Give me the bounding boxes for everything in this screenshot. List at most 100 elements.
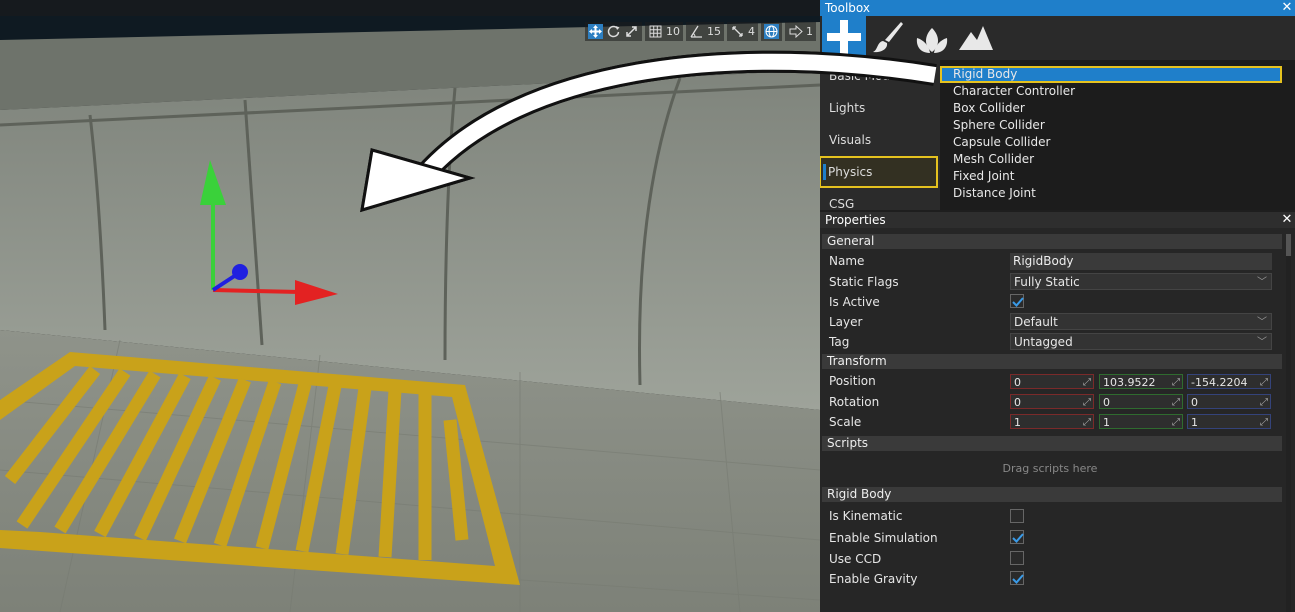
item-capsule-collider[interactable]: Capsule Collider [940, 134, 1295, 151]
section-general[interactable]: General [822, 234, 1282, 249]
position-x-field[interactable]: 0 ⤢ [1010, 374, 1094, 389]
row-enable-simulation: Enable Simulation [820, 526, 1286, 547]
name-label: Name [829, 254, 865, 268]
item-fixed-joint[interactable]: Fixed Joint [940, 168, 1295, 185]
rotation-z-field[interactable]: 0 ⤢ [1187, 394, 1271, 409]
static-flags-value: Fully Static [1014, 275, 1080, 289]
terrain-icon [957, 22, 995, 55]
tab-paint[interactable] [866, 16, 910, 60]
use-ccd-checkbox[interactable] [1010, 551, 1024, 565]
position-z-field[interactable]: -154.2204 ⤢ [1187, 374, 1271, 389]
row-is-active: Is Active [820, 292, 1286, 312]
drag-icon: ⤢ [1172, 417, 1180, 428]
row-enable-gravity: Enable Gravity [820, 567, 1286, 587]
scripts-drop-area[interactable]: Drag scripts here [820, 451, 1280, 487]
row-name: Name RigidBody [820, 249, 1286, 272]
category-csg[interactable]: CSG [820, 188, 940, 210]
angle-snap-group[interactable]: 15 [686, 22, 724, 41]
is-kinematic-label: Is Kinematic [829, 509, 903, 523]
scale-z-field[interactable]: 1 ⤢ [1187, 414, 1271, 429]
scale-icon[interactable] [624, 24, 639, 39]
category-visuals[interactable]: Visuals [820, 124, 940, 156]
scale-snap-group[interactable]: 4 [727, 22, 758, 41]
row-layer: Layer Default ﹀ [820, 312, 1286, 332]
tag-value: Untagged [1014, 335, 1073, 349]
rotate-icon[interactable] [606, 24, 621, 39]
row-position: Position 0 ⤢ 103.9522 ⤢ -154.2204 ⤢ [820, 369, 1286, 392]
tag-label: Tag [829, 335, 850, 349]
camera-speed-icon [788, 24, 803, 39]
layer-label: Layer [829, 315, 863, 329]
scene-viewport[interactable]: 10 15 4 1 [0, 0, 820, 612]
checkmark-icon [1012, 533, 1024, 543]
is-kinematic-checkbox[interactable] [1010, 509, 1024, 523]
item-mesh-collider[interactable]: Mesh Collider [940, 151, 1295, 168]
static-flags-dropdown[interactable]: Fully Static ﹀ [1010, 273, 1272, 290]
tab-actors[interactable] [822, 16, 866, 60]
physics-item-list: Rigid Body Character Controller Box Coll… [940, 60, 1295, 210]
row-static-flags: Static Flags Fully Static ﹀ [820, 272, 1286, 292]
category-list: Basic Models Lights Visuals Physics CSG [820, 60, 940, 210]
properties-close-icon[interactable]: ✕ [1279, 212, 1295, 228]
scale-snap-icon [730, 24, 745, 39]
item-character-controller[interactable]: Character Controller [940, 83, 1295, 100]
position-y-field[interactable]: 103.9522 ⤢ [1099, 374, 1183, 389]
is-active-checkbox[interactable] [1010, 294, 1024, 308]
toolbox-title: Toolbox [825, 1, 870, 15]
enable-gravity-label: Enable Gravity [829, 572, 918, 586]
drag-icon: ⤢ [1260, 397, 1268, 408]
layer-dropdown[interactable]: Default ﹀ [1010, 313, 1272, 330]
category-lights[interactable]: Lights [820, 92, 940, 124]
drag-icon: ⤢ [1083, 397, 1091, 408]
scale-y-field[interactable]: 1 ⤢ [1099, 414, 1183, 429]
drag-icon: ⤢ [1260, 417, 1268, 428]
enable-simulation-label: Enable Simulation [829, 531, 938, 545]
grid-icon [648, 24, 663, 39]
grid-snap-group[interactable]: 10 [645, 22, 683, 41]
toolbox-title-bar: Toolbox ✕ [820, 0, 1295, 16]
chevron-down-icon: ﹀ [1257, 337, 1267, 348]
section-rigid-body[interactable]: Rigid Body [822, 487, 1282, 502]
drag-icon: ⤢ [1172, 397, 1180, 408]
tab-terrain[interactable] [954, 16, 998, 60]
section-transform[interactable]: Transform [822, 354, 1282, 369]
use-ccd-label: Use CCD [829, 552, 882, 566]
scrollbar-thumb[interactable] [1286, 234, 1291, 256]
item-distance-joint[interactable]: Distance Joint [940, 185, 1295, 202]
rotation-y-field[interactable]: 0 ⤢ [1099, 394, 1183, 409]
row-is-kinematic: Is Kinematic [820, 502, 1286, 526]
camera-speed-value: 1 [806, 25, 813, 38]
grid-size-value: 10 [666, 25, 680, 38]
row-scale: Scale 1 ⤢ 1 ⤢ 1 ⤢ [820, 412, 1286, 432]
drag-icon: ⤢ [1172, 377, 1180, 388]
drag-icon: ⤢ [1083, 377, 1091, 388]
toolbox-close-icon[interactable]: ✕ [1279, 0, 1295, 16]
chevron-down-icon: ﹀ [1257, 277, 1267, 288]
foliage-icon [914, 20, 950, 57]
tab-foliage[interactable] [910, 16, 954, 60]
scale-z-value: 1 [1191, 416, 1198, 429]
world-space-group[interactable] [761, 22, 782, 41]
category-physics[interactable]: Physics [820, 156, 938, 188]
item-sphere-collider[interactable]: Sphere Collider [940, 117, 1295, 134]
static-flags-label: Static Flags [829, 275, 899, 289]
enable-simulation-checkbox[interactable] [1010, 530, 1024, 544]
row-use-ccd: Use CCD [820, 547, 1286, 567]
rotation-x-field[interactable]: 0 ⤢ [1010, 394, 1094, 409]
enable-gravity-checkbox[interactable] [1010, 571, 1024, 585]
globe-icon[interactable] [764, 24, 779, 39]
item-box-collider[interactable]: Box Collider [940, 100, 1295, 117]
translate-icon[interactable] [588, 24, 603, 39]
viewport-toolbar: 10 15 4 1 [585, 22, 816, 41]
camera-speed-group[interactable]: 1 [785, 22, 816, 41]
name-field[interactable]: RigidBody [1010, 253, 1272, 270]
category-basic-models[interactable]: Basic Models [820, 60, 940, 92]
scale-x-field[interactable]: 1 ⤢ [1010, 414, 1094, 429]
properties-body: General Name RigidBody Static Flags Full… [820, 234, 1286, 612]
scene-render [0, 0, 820, 612]
item-rigid-body[interactable]: Rigid Body [940, 66, 1282, 83]
section-scripts[interactable]: Scripts [822, 436, 1282, 451]
tag-dropdown[interactable]: Untagged ﹀ [1010, 333, 1272, 350]
properties-scrollbar[interactable] [1286, 234, 1291, 612]
properties-title-bar: Properties ✕ [820, 212, 1295, 228]
